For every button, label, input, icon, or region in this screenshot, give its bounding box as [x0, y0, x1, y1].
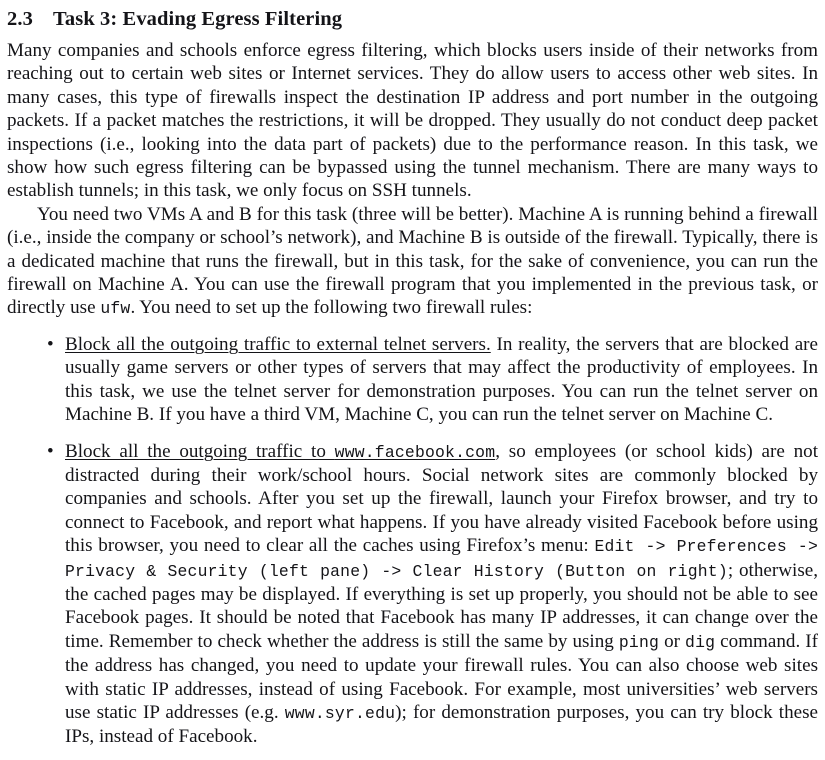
bullet-marker-icon: •: [47, 440, 54, 462]
section-number: 2.3: [7, 8, 33, 30]
rule-facebook-lead-in-prefix: Block all the outgoing traffic to: [65, 440, 335, 462]
code-syr-url: www.syr.edu: [284, 703, 396, 723]
code-ufw: ufw: [100, 299, 131, 319]
rule-facebook-body-seg3: or: [659, 630, 686, 652]
bullet-marker-icon: •: [47, 333, 54, 355]
code-ping: ping: [618, 632, 660, 652]
section-heading: 2.3 Task 3: Evading Egress Filtering: [7, 6, 818, 32]
document-content: 2.3 Task 3: Evading Egress Filtering Many…: [7, 0, 818, 749]
paragraph-setup: You need two VMs A and B for this task (…: [7, 203, 818, 321]
paragraph-intro: Many companies and schools enforce egres…: [7, 40, 818, 202]
rule-facebook-lead-in-url: www.facebook.com: [334, 442, 496, 462]
list-item-rule-telnet: • Block all the outgoing traffic to exter…: [7, 333, 818, 427]
document-page: 2.3 Task 3: Evading Egress Filtering Many…: [0, 0, 825, 760]
list-item-rule-facebook: • Block all the outgoing traffic to www.f…: [7, 440, 818, 749]
code-dig: dig: [685, 632, 716, 652]
firewall-rules-list: • Block all the outgoing traffic to exter…: [7, 333, 818, 749]
rule-telnet-lead-in: Block all the outgoing traffic to extern…: [65, 333, 491, 355]
paragraph-setup-part2: . You need to set up the following two f…: [130, 297, 533, 319]
section-title: Task 3: Evading Egress Filtering: [53, 8, 343, 30]
